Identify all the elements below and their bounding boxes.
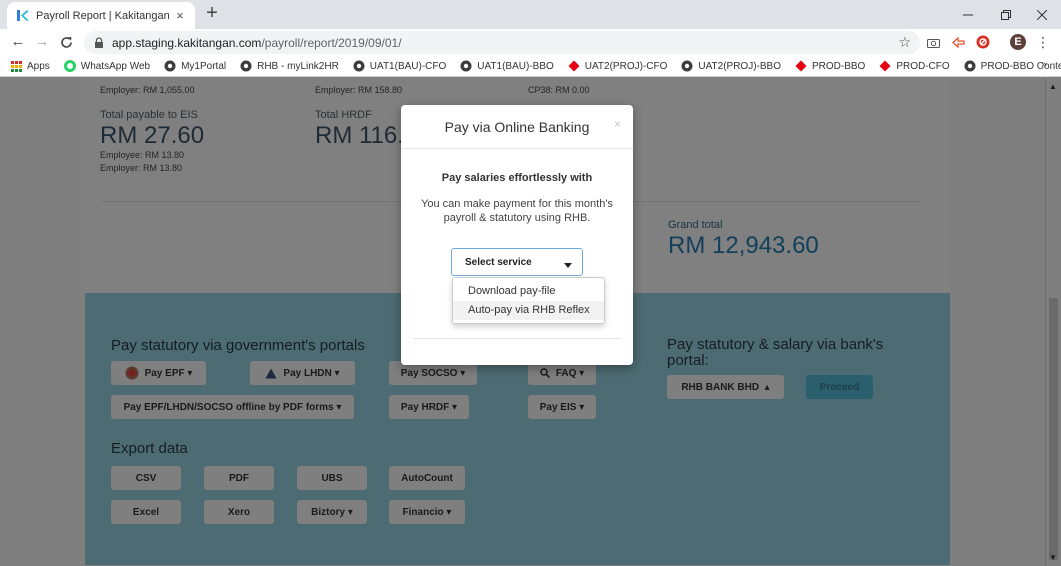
back-arrow-icon[interactable]: ←: [8, 32, 28, 52]
pay-offline-pdf-button[interactable]: Pay EPF/LHDN/SOCSO offline by PDF forms …: [111, 395, 354, 419]
bookmark-uat2-proj-cfo[interactable]: UAT2(PROJ)-CFO: [568, 60, 667, 72]
url-path: /payroll/report/2019/09/01/: [261, 35, 402, 50]
extension-icon[interactable]: [950, 34, 966, 50]
menu-kebab-icon[interactable]: ⋮: [1035, 34, 1051, 50]
apps-grid-icon: [10, 60, 22, 72]
bookmark-prod-bbo[interactable]: PROD-BBO: [795, 60, 865, 72]
bookmark-whatsapp[interactable]: WhatsApp Web: [63, 60, 150, 72]
option-download-pay-file[interactable]: Download pay-file: [453, 282, 604, 301]
globe-icon: [164, 60, 176, 72]
red-diamond-icon: [879, 60, 891, 72]
pay-lhdn-button[interactable]: Pay LHDN ▾: [250, 361, 355, 385]
export-data-heading: Export data: [111, 440, 188, 457]
profile-avatar[interactable]: E: [1010, 34, 1026, 50]
grand-total-label: Grand total: [668, 219, 723, 231]
bookmark-uat1-bau-bbo[interactable]: UAT1(BAU)-BBO: [460, 60, 554, 72]
url-host: app.staging.kakitangan.com: [112, 35, 262, 50]
export-pdf-button[interactable]: PDF: [204, 466, 274, 490]
globe-icon: [681, 60, 693, 72]
modal-close-icon[interactable]: ×: [614, 117, 621, 131]
export-xero-button[interactable]: Xero: [204, 500, 274, 524]
gov-portals-heading: Pay statutory via government's portals: [111, 337, 365, 354]
globe-icon: [964, 60, 976, 72]
bank-portal-heading: Pay statutory & salary via bank's portal…: [667, 336, 884, 369]
modal-header: Pay via Online Banking ×: [401, 105, 633, 149]
browser-tab[interactable]: Payroll Report | Kakitangan ×: [7, 2, 195, 29]
export-financio-button[interactable]: Financio ▾: [389, 500, 465, 524]
epf-employer: Employer: RM 1,055.00: [100, 85, 195, 95]
tab-close-icon[interactable]: ×: [173, 8, 187, 23]
modal-footer-divider: [413, 338, 621, 339]
page-scrollbar[interactable]: ▲ ▼: [1045, 78, 1061, 566]
bookmark-uat1-bau-cfo[interactable]: UAT1(BAU)-CFO: [353, 60, 446, 72]
bookmarks-overflow-icon[interactable]: »: [1041, 59, 1047, 71]
browser-tab-strip: Payroll Report | Kakitangan × +: [0, 0, 1061, 29]
pay-online-banking-modal: Pay via Online Banking × Pay salaries ef…: [401, 105, 633, 365]
option-auto-pay-rhb-reflex[interactable]: Auto-pay via RHB Reflex: [453, 301, 604, 320]
hrdf-amount: RM 116.: [315, 122, 404, 149]
scroll-up-icon[interactable]: ▲: [1049, 82, 1057, 91]
globe-icon: [353, 60, 365, 72]
bookmark-star-icon[interactable]: ☆: [898, 34, 911, 51]
pay-epf-button[interactable]: Pay EPF ▾: [111, 361, 206, 385]
grand-total-amount: RM 12,943.60: [668, 232, 819, 259]
bookmarks-bar: Apps WhatsApp Web My1Portal RHB - myLink…: [0, 56, 1061, 77]
red-diamond-icon: [795, 60, 807, 72]
export-csv-button[interactable]: CSV: [111, 466, 181, 490]
bookmark-prod-cfo[interactable]: PROD-CFO: [879, 60, 950, 72]
select-service-dropdown[interactable]: Select service: [451, 248, 583, 276]
restore-icon[interactable]: [988, 0, 1024, 29]
bookmark-rhb-mylink2hr[interactable]: RHB - myLink2HR: [240, 60, 339, 72]
lhdn-triangle-icon: [265, 368, 277, 379]
bank-select-dropdown[interactable]: RHB BANK BHD ▴: [667, 375, 784, 399]
eis-label: Total payable to EIS: [100, 109, 198, 121]
eis-employer: Employer: RM 13.80: [100, 163, 183, 173]
close-window-icon[interactable]: [1024, 0, 1060, 29]
bookmark-my1portal[interactable]: My1Portal: [164, 60, 226, 72]
modal-title: Pay via Online Banking: [444, 118, 590, 135]
cp38-value: CP38: RM 0.00: [528, 85, 590, 95]
new-tab-button[interactable]: +: [201, 3, 223, 25]
pay-hrdf-button[interactable]: Pay HRDF ▾: [389, 395, 469, 419]
export-biztory-button[interactable]: Biztory ▾: [297, 500, 367, 524]
reload-icon[interactable]: [56, 32, 76, 52]
service-options-menu: Download pay-file Auto-pay via RHB Refle…: [452, 277, 605, 324]
whatsapp-icon: [63, 60, 76, 72]
bookmark-uat2-proj-bbo[interactable]: UAT2(PROJ)-BBO: [681, 60, 781, 72]
kakitangan-logo-icon: [15, 9, 29, 23]
search-icon: [540, 368, 550, 378]
tab-title: Payroll Report | Kakitangan: [36, 9, 170, 22]
address-bar[interactable]: app.staging.kakitangan.com/payroll/repor…: [84, 31, 920, 54]
proceed-button[interactable]: Proceed: [806, 375, 873, 399]
export-autocount-button[interactable]: AutoCount: [389, 466, 465, 490]
modal-description: You can make payment for this month's pa…: [421, 198, 613, 224]
modal-heading: Pay salaries effortlessly with: [441, 172, 593, 184]
kwsp-logo-icon: [125, 366, 139, 380]
lock-icon: [94, 37, 104, 48]
caret-down-icon: [564, 260, 572, 271]
globe-icon: [460, 60, 472, 72]
globe-icon: [240, 60, 252, 72]
export-excel-button[interactable]: Excel: [111, 500, 181, 524]
red-diamond-icon: [568, 60, 580, 72]
scroll-down-icon[interactable]: ▼: [1049, 553, 1057, 562]
bookmark-apps[interactable]: Apps: [10, 60, 50, 72]
adblock-icon[interactable]: [975, 34, 991, 50]
hrdf-employer: Employer: RM 158.80: [315, 85, 403, 95]
forward-arrow-icon[interactable]: →: [32, 32, 52, 52]
browser-toolbar: ← → app.staging.kakitangan.com/payroll/r…: [0, 29, 1061, 56]
eis-employee: Employee: RM 13.80: [100, 150, 185, 160]
pay-eis-button[interactable]: Pay EIS ▾: [528, 395, 596, 419]
eis-amount: RM 27.60: [100, 122, 205, 149]
minimize-icon[interactable]: [950, 0, 986, 29]
scrollbar-thumb[interactable]: [1049, 298, 1058, 560]
export-ubs-button[interactable]: UBS: [297, 466, 367, 490]
hrdf-label: Total HRDF: [315, 109, 372, 121]
select-service-label: Select service: [465, 256, 532, 268]
camera-icon[interactable]: [925, 34, 941, 50]
